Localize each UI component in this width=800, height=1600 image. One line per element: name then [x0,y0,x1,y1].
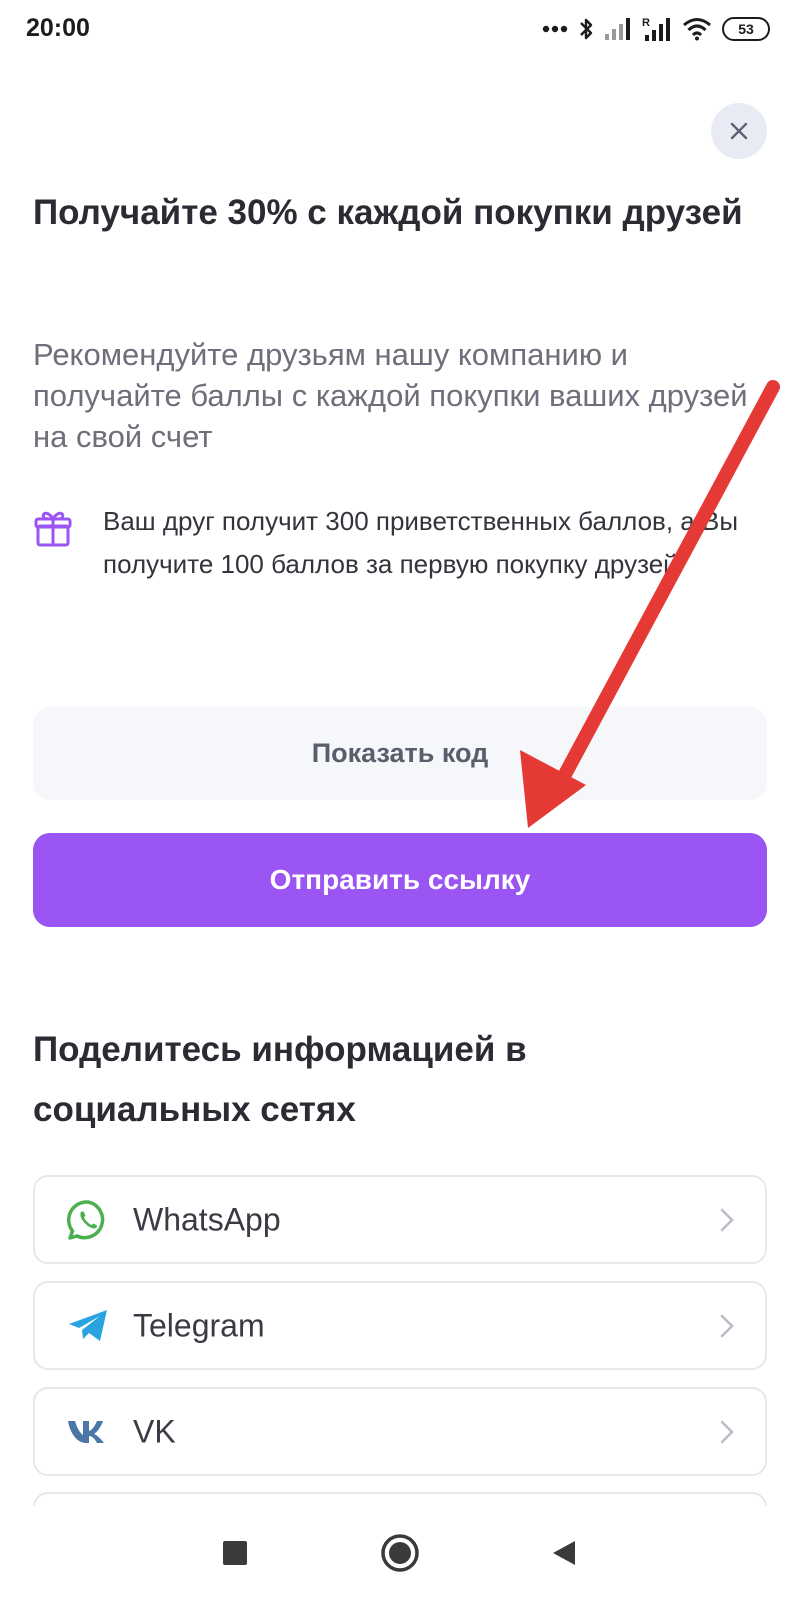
bluetooth-icon [578,16,594,42]
chevron-right-icon [720,1314,734,1337]
share-whatsapp-item[interactable]: WhatsApp [33,1175,767,1264]
status-icons: R 53 [542,15,770,43]
gift-icon [33,508,73,548]
share-item-label: VK [133,1413,176,1449]
telegram-icon [65,1303,111,1349]
dots-icon [542,25,568,33]
wifi-icon [682,17,712,41]
whatsapp-icon [65,1197,111,1243]
signal-icon [604,17,632,41]
share-telegram-item[interactable]: Telegram [33,1281,767,1370]
share-item-label: Telegram [133,1307,265,1343]
share-item-label: WhatsApp [133,1201,281,1237]
svg-text:R: R [642,17,650,29]
recent-apps-icon[interactable] [222,1540,248,1566]
signal-roaming-icon: R [642,16,672,42]
close-icon [730,122,748,140]
bonus-info: Ваш друг получит 300 приветственных балл… [33,500,763,630]
share-title: Поделитесь информацией в социальных сетя… [33,1030,527,1129]
close-button[interactable] [711,103,767,159]
status-bar: 20:00 R 53 [0,0,800,58]
social-list: WhatsApp Telegram VK [33,1175,767,1493]
navigation-bar [0,1506,800,1600]
vk-icon [65,1409,111,1455]
show-code-button[interactable]: Показать код [33,707,767,800]
send-link-button[interactable]: Отправить ссылку [33,833,767,927]
back-icon[interactable] [551,1539,577,1567]
chevron-right-icon [720,1420,734,1443]
share-vk-item[interactable]: VK [33,1387,767,1476]
status-time: 20:00 [26,14,90,42]
chevron-right-icon [720,1208,734,1231]
page-title: Получайте 30% с каждой покупки друзей [33,193,743,232]
bonus-text: Ваш друг получит 300 приветственных балл… [103,506,739,579]
home-icon[interactable] [380,1533,420,1573]
screen: 20:00 R 53 Получайте 30% с каждой покупк… [0,0,800,1600]
description: Рекомендуйте друзьям нашу компанию и пол… [33,337,748,454]
battery-icon: 53 [722,17,770,41]
